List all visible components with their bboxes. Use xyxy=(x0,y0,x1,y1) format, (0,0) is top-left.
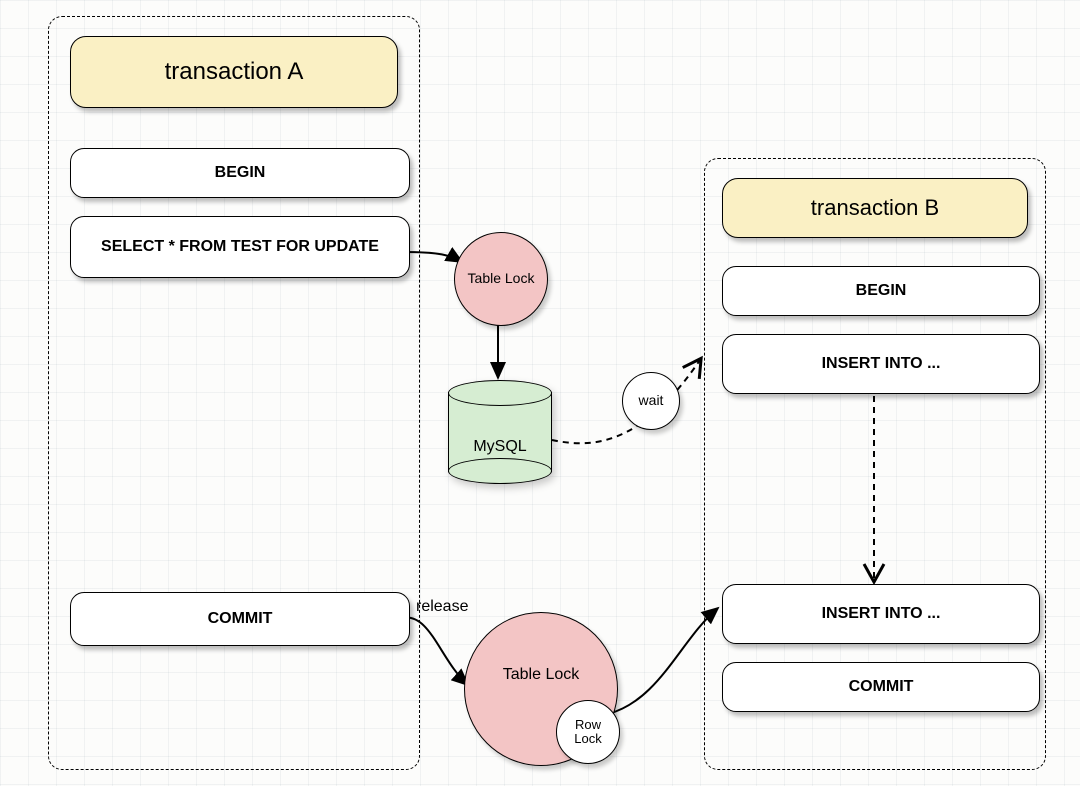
step-b-begin-text: BEGIN xyxy=(856,282,907,300)
diagram-canvas: transaction A BEGIN SELECT * FROM TEST F… xyxy=(0,0,1080,786)
step-a-commit: COMMIT xyxy=(70,592,410,646)
step-a-commit-text: COMMIT xyxy=(208,610,273,628)
transaction-a-title: transaction A xyxy=(70,36,398,108)
step-b-begin: BEGIN xyxy=(722,266,1040,316)
step-b-insert2-text: INSERT INTO ... xyxy=(822,605,941,623)
step-b-commit-text: COMMIT xyxy=(849,678,914,696)
release-label: release xyxy=(416,598,468,616)
table-lock-2-text: Table Lock xyxy=(503,666,580,684)
transaction-a-title-text: transaction A xyxy=(165,58,304,86)
wait-circle-text: wait xyxy=(639,393,664,408)
step-b-insert1: INSERT INTO ... xyxy=(722,334,1040,394)
step-b-commit: COMMIT xyxy=(722,662,1040,712)
table-lock-1: Table Lock xyxy=(454,232,548,326)
wait-circle: wait xyxy=(622,372,680,430)
step-a-begin-text: BEGIN xyxy=(215,164,266,182)
step-b-insert1-text: INSERT INTO ... xyxy=(822,355,941,373)
transaction-b-title: transaction B xyxy=(722,178,1028,238)
row-lock-text: Row Lock xyxy=(574,718,601,747)
mysql-db-label: MySQL xyxy=(448,438,552,456)
transaction-a-panel xyxy=(48,16,420,770)
mysql-db: MySQL xyxy=(448,380,552,484)
step-a-select-text: SELECT * FROM TEST FOR UPDATE xyxy=(101,238,379,256)
row-lock: Row Lock xyxy=(556,700,620,764)
table-lock-1-text: Table Lock xyxy=(468,271,535,286)
step-a-begin: BEGIN xyxy=(70,148,410,198)
transaction-b-title-text: transaction B xyxy=(811,195,939,221)
step-a-select: SELECT * FROM TEST FOR UPDATE xyxy=(70,216,410,278)
step-b-insert2: INSERT INTO ... xyxy=(722,584,1040,644)
